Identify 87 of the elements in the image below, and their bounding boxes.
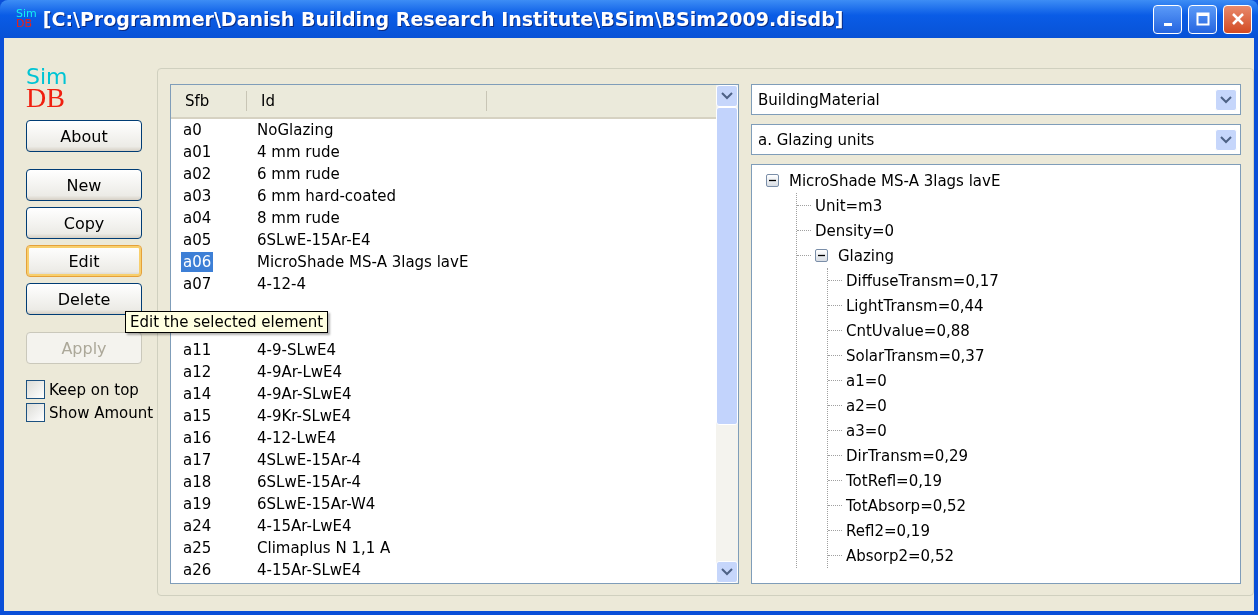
tree-node[interactable]: TotAbsorp=0,52 [846,496,967,515]
tree-node[interactable]: a2=0 [846,396,887,415]
tree-node[interactable]: DirTransm=0,29 [846,446,969,465]
table-cell[interactable]: 8 mm rude [257,209,340,227]
table-cell[interactable]: a15 [181,406,214,426]
table-cell[interactable]: 4-9Kr-SLwE4 [257,407,352,425]
table-cell[interactable]: a01 [181,142,214,162]
table-cell[interactable]: 4 mm rude [257,143,340,161]
table-cell[interactable]: Climaplus N 1,1 A [257,539,391,557]
collapse-toggle[interactable] [766,174,779,187]
table-cell[interactable]: 6SLwE-15Ar-4 [257,473,362,491]
table-cell[interactable]: 4SLwE-15Ar-4 [257,451,362,469]
table-cell[interactable]: 4-9Ar-SLwE4 [257,385,352,403]
table-cell[interactable]: 6SLwE-15Ar-E4 [257,231,371,249]
action-button[interactable]: About [26,120,142,152]
table-cell[interactable]: a0 [181,120,204,140]
tree-node[interactable]: Refl2=0,19 [846,521,930,540]
table-cell[interactable]: 4-9Ar-LwE4 [257,363,343,381]
scroll-up-icon [721,92,733,100]
minus-icon [769,177,776,184]
column-header[interactable]: Id [247,91,487,111]
table-cell[interactable]: a16 [181,428,214,448]
tree-node[interactable]: TotRefl=0,19 [846,471,943,490]
table-cell[interactable]: 4-15Ar-LwE4 [257,517,352,535]
action-button[interactable]: Copy [26,207,142,239]
table-cell[interactable]: 6SLwE-15Ar-W4 [257,495,376,513]
table-cell[interactable]: a18 [181,472,214,492]
checkbox-label: Keep on top [49,380,139,399]
table-cell[interactable]: a12 [181,362,214,382]
app-icon: Sim DB [16,9,37,29]
table-cell[interactable]: a26 [181,560,214,580]
table-cell[interactable]: 4-12-LwE4 [257,429,337,447]
table-cell[interactable]: 4-12-4 [257,275,306,293]
minimize-button[interactable] [1153,4,1182,34]
tree-node[interactable]: Absorp2=0,52 [846,546,954,565]
checkbox[interactable] [26,380,45,399]
maximize-icon [1195,12,1210,26]
table-cell[interactable]: 6 mm hard-coated [257,187,397,205]
close-button[interactable] [1223,4,1252,34]
tree-node[interactable]: LightTransm=0,44 [846,296,984,315]
table-cell[interactable]: 4-15Ar-SLwE4 [257,561,362,579]
minimize-icon [1163,22,1172,26]
table-cell[interactable]: MicroShade MS-A 3lags lavE [257,253,469,271]
tree-node[interactable]: Density=0 [815,221,895,240]
table-cell[interactable]: a25 [181,538,214,558]
table-cell[interactable]: a24 [181,516,214,536]
table-cell[interactable]: a11 [181,340,214,360]
table-cell[interactable]: NoGlazing [257,121,334,139]
collapse-toggle[interactable] [815,249,828,262]
table-cell[interactable]: a03 [181,186,214,206]
window-title: [C:\Programmer\Danish Building Research Institute\BSim\BSim2009.disdb] [42,8,845,30]
close-icon [1230,12,1245,26]
tree-node[interactable]: Glazing [838,246,895,265]
tree-node[interactable]: a1=0 [846,371,887,390]
table-cell[interactable]: a04 [181,208,214,228]
logo-text: Sim [26,68,69,86]
table-cell[interactable]: a02 [181,164,214,184]
scrollbar[interactable] [716,85,738,583]
checkbox[interactable] [26,403,45,422]
table-cell[interactable]: a06 [181,252,214,272]
action-button[interactable]: Edit [26,245,142,277]
tree-node[interactable]: SolarTransm=0,37 [846,346,985,365]
tree-node[interactable]: CntUvalue=0,88 [846,321,970,340]
tooltip: Edit the selected element [125,311,329,333]
table-cell[interactable]: 6 mm rude [257,165,340,183]
tree-node[interactable]: DiffuseTransm=0,17 [846,271,999,290]
table-cell[interactable]: a05 [181,230,214,250]
tree-node[interactable]: a3=0 [846,421,887,440]
checkbox-label: Show Amount [49,403,154,422]
tree-node[interactable]: MicroShade MS-A 3lags lavE [789,171,1001,190]
tree-node[interactable]: Unit=m3 [815,196,883,215]
table-cell[interactable]: 4-9-SLwE4 [257,341,337,359]
action-button[interactable]: New [26,169,142,201]
chevron-down-icon [1220,135,1232,144]
table-cell[interactable]: a07 [181,274,214,294]
dropdown[interactable]: BuildingMaterial [751,84,1241,115]
action-button[interactable]: Delete [26,283,142,315]
minus-icon [818,252,825,259]
dropdown[interactable]: a. Glazing units [751,124,1241,155]
chevron-down-icon [1220,95,1232,104]
logo-text: DB [26,86,65,110]
maximize-button[interactable] [1188,4,1217,34]
table-cell[interactable]: a17 [181,450,214,470]
scroll-down-icon [721,568,733,576]
table-cell[interactable]: a19 [181,494,214,514]
table-cell[interactable]: a14 [181,384,214,404]
column-header[interactable]: Sfb [171,91,247,111]
